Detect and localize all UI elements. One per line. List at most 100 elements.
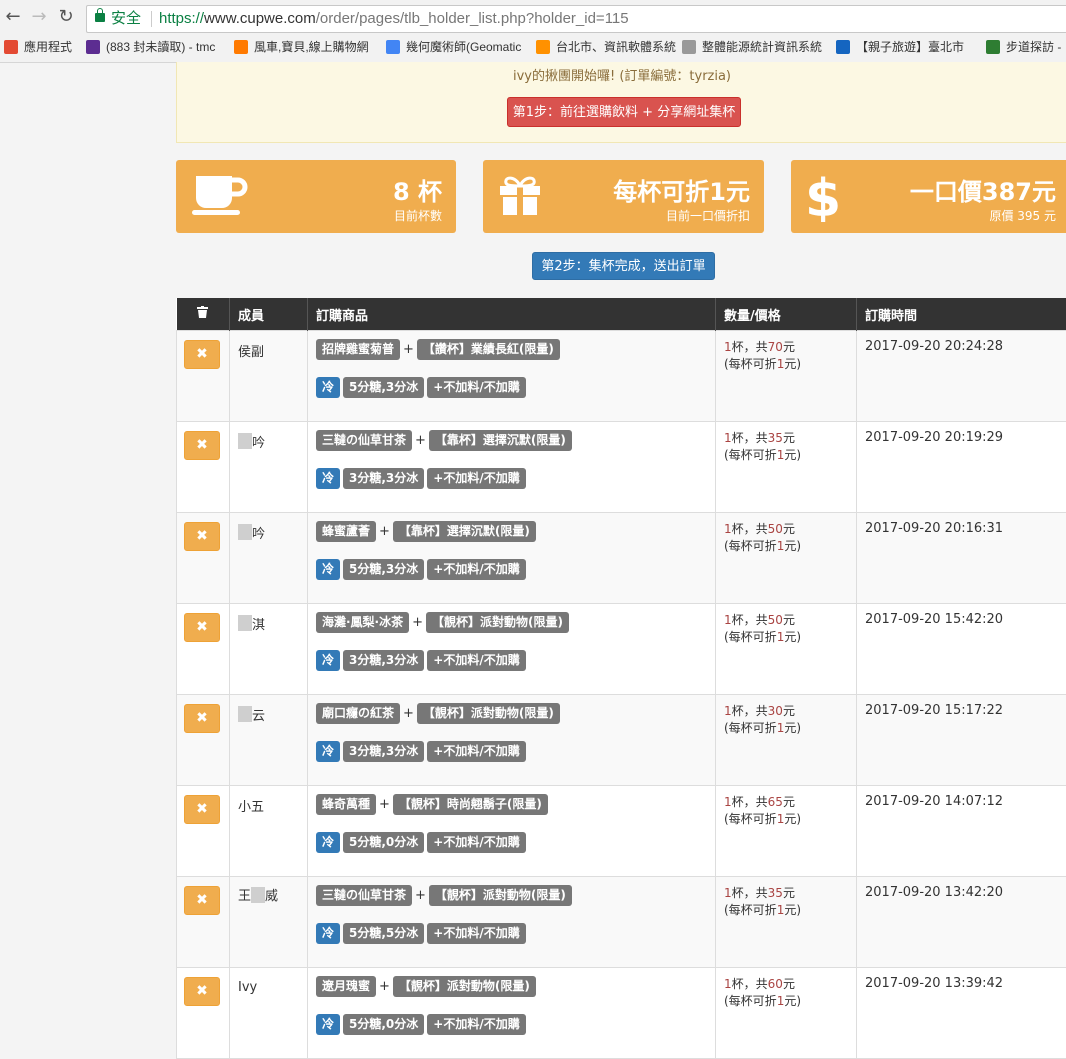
drink-label: 三韃の仙草甘茶 (316, 885, 412, 906)
bookmark-item[interactable]: 【親子旅遊】臺北市 (836, 36, 964, 58)
delete-order-button[interactable]: ✖ (184, 795, 220, 824)
member-name: Ivy (238, 980, 257, 995)
bookmark-icon (4, 40, 18, 54)
drink-label: 遼月瑰蜜 (316, 976, 376, 997)
address-bar[interactable]: 安全 https://www.cupwe.com/order/pages/tlb… (86, 5, 1066, 33)
qty-price: 1杯，共50元(每杯可折1元) (724, 612, 848, 646)
delete-cell: ✖ (177, 604, 230, 695)
member-cell: 王威 (230, 877, 308, 968)
delete-order-button[interactable]: ✖ (184, 704, 220, 733)
notice-text: ivy的揪團開始囉! (訂單編號：tyrzia) (177, 65, 1066, 84)
cold-badge: 冷 (316, 377, 340, 398)
redacted-block (238, 706, 252, 722)
qty-cell: 1杯，共35元(每杯可折1元) (716, 422, 857, 513)
member-cell: 吟 (230, 422, 308, 513)
sugar-ice-label: 5分糖,0分冰 (343, 832, 424, 853)
orders-table: 成員 訂購商品 數量/價格 訂購時間 ✖侯副招牌雞蜜菊普+【讚杯】業績長紅(限量… (176, 298, 1066, 1059)
cup-label: 【靚杯】派對動物(限量) (393, 976, 536, 997)
qty-cell: 1杯，共60元(每杯可折1元) (716, 968, 857, 1059)
topping-label: +不加料/不加購 (427, 559, 525, 580)
order-time: 2017-09-20 20:16:31 (865, 521, 1003, 536)
order-time: 2017-09-20 13:42:20 (865, 885, 1003, 900)
bookmark-label: 風車,寶貝,線上購物網 (254, 40, 369, 54)
qty-cell: 1杯，共30元(每杯可折1元) (716, 695, 857, 786)
step1-choose-drinks-button[interactable]: 第1步：前往選購飲料 + 分享網址集杯 (507, 97, 741, 127)
trash-icon-header (177, 298, 230, 331)
discount-value: 每杯可折1元 (613, 172, 750, 207)
redacted-block (238, 433, 252, 449)
qty-price: 1杯，共35元(每杯可折1元) (724, 430, 848, 464)
delete-cell: ✖ (177, 877, 230, 968)
qty-cell: 1杯，共50元(每杯可折1元) (716, 604, 857, 695)
delete-order-button[interactable]: ✖ (184, 977, 220, 1006)
delete-order-button[interactable]: ✖ (184, 340, 220, 369)
time-cell: 2017-09-20 20:24:28 (857, 331, 1066, 422)
back-arrow-icon[interactable]: ← (2, 6, 24, 28)
topping-label: +不加料/不加購 (427, 832, 525, 853)
bookmark-icon (836, 40, 850, 54)
delete-order-button[interactable]: ✖ (184, 613, 220, 642)
bookmark-item[interactable]: 風車,寶貝,線上購物網 (234, 36, 369, 58)
item-cell: 招牌雞蜜菊普+【讚杯】業績長紅(限量)冷5分糖,3分冰+不加料/不加購 (308, 331, 716, 422)
delete-cell: ✖ (177, 513, 230, 604)
bookmark-item[interactable]: 步道探訪 - (986, 36, 1061, 58)
secure-label: 安全 (111, 6, 141, 32)
bookmark-label: 台北市、資訊軟體系統 (556, 40, 676, 54)
qty-cell: 1杯，共65元(每杯可折1元) (716, 786, 857, 877)
delete-cell: ✖ (177, 331, 230, 422)
bookmark-item[interactable]: 台北市、資訊軟體系統 (536, 36, 676, 58)
topping-label: +不加料/不加購 (427, 377, 525, 398)
sugar-ice-label: 3分糖,3分冰 (343, 650, 424, 671)
gift-icon (497, 172, 543, 218)
table-row: ✖吟蜂蜜蘆薈+【靠杯】選擇沉默(限量)冷5分糖,3分冰+不加料/不加購1杯，共5… (177, 513, 1066, 604)
step2-submit-order-button[interactable]: 第2步：集杯完成，送出訂單 (532, 252, 715, 280)
topping-label: +不加料/不加購 (427, 741, 525, 762)
table-row: ✖小五蜂奇萬種+【靚杯】時尚翹鬍子(限量)冷5分糖,0分冰+不加料/不加購1杯，… (177, 786, 1066, 877)
delete-order-button[interactable]: ✖ (184, 522, 220, 551)
bookmark-item[interactable]: (883 封未讀取) - tmc (86, 36, 215, 58)
url-text[interactable]: https://www.cupwe.com/order/pages/tlb_ho… (159, 6, 629, 32)
member-name: 淇 (238, 614, 265, 633)
member-cell: 侯副 (230, 331, 308, 422)
table-row: ✖淇海灘·鳳梨·冰茶+【靚杯】派對動物(限量)冷3分糖,3分冰+不加料/不加購1… (177, 604, 1066, 695)
bookmark-item[interactable]: 幾何魔術師(Geomatic (386, 36, 521, 58)
bookmark-item[interactable]: 應用程式 (4, 36, 72, 58)
qty-price: 1杯，共70元(每杯可折1元) (724, 339, 848, 373)
time-cell: 2017-09-20 14:07:12 (857, 786, 1066, 877)
member-name: 侯副 (238, 341, 264, 360)
bookmark-item[interactable]: 整體能源統計資訊系統 (682, 36, 822, 58)
original-price-label: 原價 395 元 (989, 207, 1056, 224)
redacted-block (251, 887, 265, 903)
item-cell: 三韃の仙草甘茶+【靠杯】選擇沉默(限量)冷3分糖,3分冰+不加料/不加購 (308, 422, 716, 513)
reload-icon[interactable]: ↻ (55, 6, 77, 28)
order-time: 2017-09-20 15:17:22 (865, 703, 1003, 718)
forward-arrow-icon[interactable]: → (28, 6, 50, 28)
lock-icon (95, 13, 105, 22)
delete-cell: ✖ (177, 422, 230, 513)
order-time: 2017-09-20 20:24:28 (865, 339, 1003, 354)
cup-label: 【靠杯】選擇沉默(限量) (393, 521, 536, 542)
delete-cell: ✖ (177, 968, 230, 1059)
item-cell: 蜂蜜蘆薈+【靠杯】選擇沉默(限量)冷5分糖,3分冰+不加料/不加購 (308, 513, 716, 604)
qty-price: 1杯，共50元(每杯可折1元) (724, 521, 848, 555)
sugar-ice-label: 5分糖,3分冰 (343, 559, 424, 580)
sugar-ice-label: 5分糖,5分冰 (343, 923, 424, 944)
item-cell: 蜂奇萬種+【靚杯】時尚翹鬍子(限量)冷5分糖,0分冰+不加料/不加購 (308, 786, 716, 877)
bookmark-label: 幾何魔術師(Geomatic (406, 40, 521, 54)
time-cell: 2017-09-20 13:42:20 (857, 877, 1066, 968)
time-cell: 2017-09-20 15:42:20 (857, 604, 1066, 695)
time-cell: 2017-09-20 20:19:29 (857, 422, 1066, 513)
delete-order-button[interactable]: ✖ (184, 886, 220, 915)
bookmark-icon (536, 40, 550, 54)
cup-label: 【讚杯】業績長紅(限量) (417, 339, 560, 360)
coffee-cup-icon (190, 172, 250, 218)
delete-order-button[interactable]: ✖ (184, 431, 220, 460)
bundle-price-value: 一口價387元 (910, 172, 1056, 207)
table-row: ✖王威三韃の仙草甘茶+【靚杯】派對動物(限量)冷5分糖,5分冰+不加料/不加購1… (177, 877, 1066, 968)
order-time: 2017-09-20 15:42:20 (865, 612, 1003, 627)
topping-label: +不加料/不加購 (427, 468, 525, 489)
delete-cell: ✖ (177, 786, 230, 877)
bookmark-label: 步道探訪 - (1006, 40, 1061, 54)
cup-label: 【靚杯】派對動物(限量) (417, 703, 560, 724)
cup-count-value: 8 杯 (393, 172, 442, 207)
